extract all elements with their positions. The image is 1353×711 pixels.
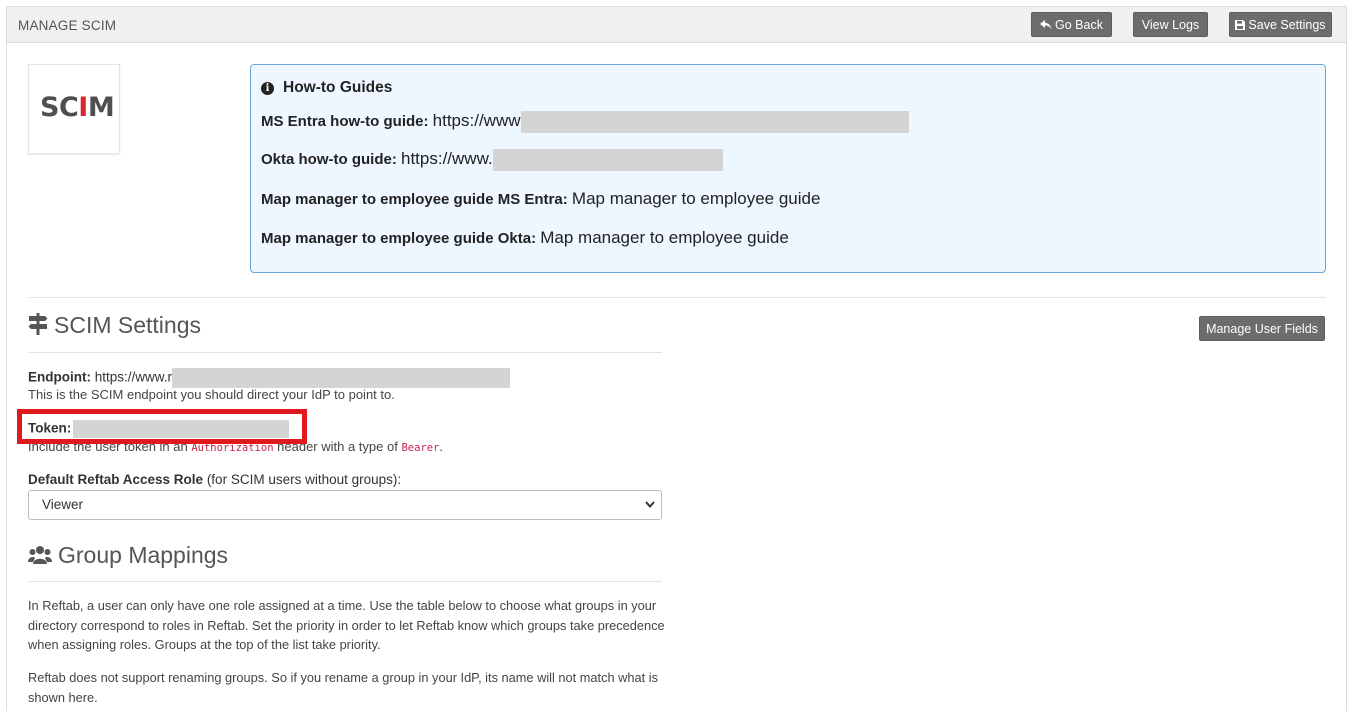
save-settings-button[interactable]: Save Settings <box>1229 12 1332 37</box>
default-role-label: Default Reftab Access Role (for SCIM use… <box>28 472 402 487</box>
manage-scim-panel: MANAGE SCIM Go Back View Logs Save Setti… <box>6 6 1347 711</box>
reply-arrow-icon <box>1040 14 1052 39</box>
scim-logo: SCIM <box>28 64 120 154</box>
page-title: MANAGE SCIM <box>18 18 117 33</box>
guide-ms-entra-link[interactable]: https://www <box>433 111 521 130</box>
guide-ms-entra: MS Entra how-to guide: https://www <box>261 111 909 134</box>
guide-map-manager-okta: Map manager to employee guide Okta: Map … <box>261 228 789 247</box>
redacted-block <box>520 111 909 134</box>
divider <box>28 581 662 582</box>
manage-user-fields-label: Manage User Fields <box>1206 322 1318 336</box>
manage-user-fields-button[interactable]: Manage User Fields <box>1199 316 1325 341</box>
guide-okta-link[interactable]: https://www. <box>401 149 493 168</box>
guide-map-manager-okta-link[interactable]: Map manager to employee guide <box>540 228 789 247</box>
default-role-select[interactable]: Viewer <box>28 490 662 520</box>
users-icon <box>28 542 52 569</box>
how-to-guides-box: i How-to Guides MS Entra how-to guide: ht… <box>250 64 1326 273</box>
group-mappings-heading: Group Mappings <box>28 542 228 569</box>
floppy-disk-icon <box>1235 14 1246 39</box>
default-role-value: Viewer <box>42 497 84 512</box>
divider <box>28 297 1326 298</box>
token-highlight-box <box>17 409 307 444</box>
save-settings-label: Save Settings <box>1248 18 1326 32</box>
view-logs-label: View Logs <box>1141 18 1200 32</box>
guide-map-manager-entra-link[interactable]: Map manager to employee guide <box>572 189 821 208</box>
guides-title: i How-to Guides <box>261 79 392 97</box>
endpoint-field: Endpoint: https://www.r <box>28 368 511 388</box>
guide-map-manager-entra: Map manager to employee guide MS Entra: … <box>261 189 821 208</box>
go-back-button[interactable]: Go Back <box>1031 12 1112 37</box>
scim-settings-heading: SCIM Settings <box>28 312 201 339</box>
guide-okta: Okta how-to guide: https://www. <box>261 149 723 172</box>
redacted-block <box>172 368 511 388</box>
group-mappings-description: In Reftab, a user can only have one role… <box>28 598 665 652</box>
endpoint-help: This is the SCIM endpoint you should dir… <box>28 387 395 402</box>
group-mappings-rename-note: Reftab does not support renaming groups.… <box>28 670 658 705</box>
divider <box>28 352 662 353</box>
panel-header: MANAGE SCIM Go Back View Logs Save Setti… <box>7 7 1346 43</box>
view-logs-button[interactable]: View Logs <box>1133 12 1208 37</box>
scim-logo-text: SCIM <box>40 92 115 123</box>
endpoint-value: https://www.r <box>94 369 173 385</box>
redacted-block <box>492 149 723 172</box>
chevron-down-icon <box>645 491 655 529</box>
info-circle-icon: i <box>261 82 274 95</box>
go-back-label: Go Back <box>1055 18 1103 32</box>
signpost-icon <box>28 312 48 339</box>
